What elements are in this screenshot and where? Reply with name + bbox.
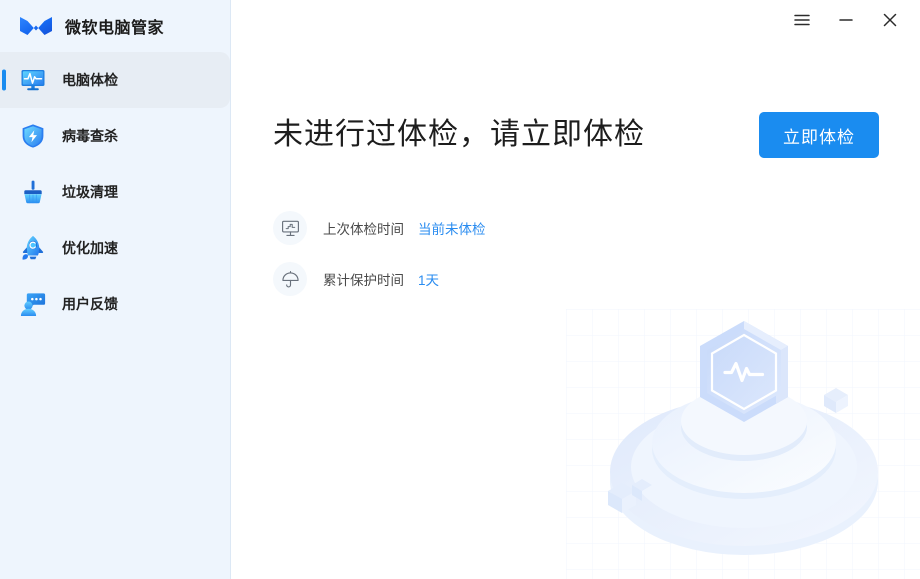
page-title: 未进行过体检，请立即体检 [273, 118, 645, 151]
minimize-icon[interactable] [824, 3, 868, 37]
sidebar-item-virus-scan[interactable]: 病毒查杀 [0, 108, 230, 164]
monitor-chart-icon [273, 211, 307, 245]
info-label: 累计保护时间 [323, 273, 404, 288]
close-icon[interactable] [868, 3, 912, 37]
start-checkup-button[interactable]: 立即体检 [759, 112, 879, 158]
umbrella-icon [273, 262, 307, 296]
sidebar-item-label: 电脑体检 [62, 72, 118, 88]
brand: 微软电脑管家 [0, 0, 230, 52]
hero-section: 未进行过体检，请立即体检 立即体检 [273, 112, 880, 158]
sidebar-item-optimize-boost[interactable]: 优化加速 [0, 220, 230, 276]
sidebar-item-label: 垃圾清理 [62, 184, 118, 200]
app-logo-icon [19, 14, 53, 38]
status-info-list: 上次体检时间 当前未体检 累计保护时间 1天 [273, 205, 486, 307]
main-content: 未进行过体检，请立即体检 立即体检 上次体检时间 当前未体检 累计保护时间 1天 [231, 0, 920, 579]
hexagon-pulse-pedestal-illustration [566, 309, 920, 579]
sidebar-item-label: 用户反馈 [62, 296, 118, 312]
shield-bolt-icon [19, 122, 47, 150]
sidebar-item-junk-cleanup[interactable]: 垃圾清理 [0, 164, 230, 220]
app-window: 微软电脑管家 电脑体检 病毒查杀 垃圾清理 优化加速 用户反馈 未进行过体检，请… [0, 0, 920, 579]
info-row-last-checkup: 上次体检时间 当前未体检 [273, 205, 486, 251]
sidebar-item-label: 优化加速 [62, 240, 118, 256]
window-controls [780, 0, 920, 40]
hamburger-icon[interactable] [780, 3, 824, 37]
brand-title: 微软电脑管家 [65, 20, 165, 37]
info-value[interactable]: 当前未体检 [418, 218, 486, 238]
info-row-protection-time: 累计保护时间 1天 [273, 256, 486, 302]
user-feedback-icon [19, 290, 47, 318]
sidebar-item-label: 病毒查杀 [62, 128, 118, 144]
sidebar: 微软电脑管家 电脑体检 病毒查杀 垃圾清理 优化加速 用户反馈 [0, 0, 231, 579]
info-label: 上次体检时间 [323, 222, 404, 237]
sidebar-item-user-feedback[interactable]: 用户反馈 [0, 276, 230, 332]
active-indicator [2, 69, 6, 91]
sidebar-item-pc-checkup[interactable]: 电脑体检 [0, 52, 230, 108]
rocket-icon [19, 234, 47, 262]
monitor-pulse-icon [19, 66, 47, 94]
sidebar-nav: 电脑体检 病毒查杀 垃圾清理 优化加速 用户反馈 [0, 52, 230, 332]
info-value[interactable]: 1天 [418, 269, 439, 289]
broom-icon [19, 178, 47, 206]
